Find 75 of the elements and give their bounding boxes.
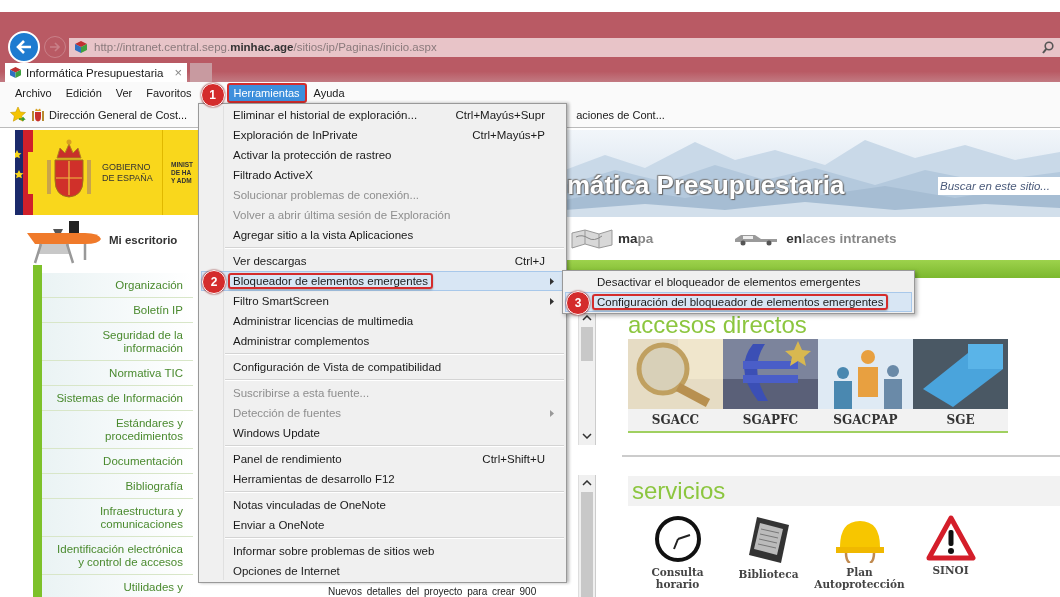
menu-item[interactable]: Filtrado ActiveX	[201, 165, 564, 185]
shortcut-label: Ctrl+J	[514, 255, 545, 267]
desk-link[interactable]: Mi escritorio	[109, 234, 178, 246]
section-heading: servicios	[628, 476, 1060, 506]
menu-bar-item[interactable]: Ver	[108, 82, 140, 103]
favorite-link[interactable]: aciones de Cont...	[576, 109, 665, 121]
menu-item[interactable]: Notas vinculadas de OneNote	[201, 495, 564, 515]
menu-item[interactable]: Windows Update	[201, 423, 564, 443]
scroll-thumb[interactable]	[581, 327, 593, 361]
menu-item[interactable]: Informar sobre problemas de sitios web	[201, 541, 564, 561]
shortcut-label: Ctrl+Mayús+P	[472, 129, 545, 141]
favorite-link[interactable]: Dirección General de Cost...	[32, 108, 188, 122]
sidebar-link[interactable]: Sistemas de Información	[42, 386, 193, 411]
menu-item[interactable]: Activar la protección de rastreo	[201, 145, 564, 165]
chevron-down-icon[interactable]	[582, 433, 592, 439]
sidebar-link[interactable]: Seguridad de la información	[42, 323, 193, 361]
sidebar-link[interactable]: Documentación	[42, 449, 193, 474]
logo-text: GOBIERNO DE ESPAÑA	[102, 161, 154, 184]
chevron-up-icon[interactable]	[582, 315, 592, 321]
step-badge: 1	[200, 82, 225, 107]
menu-item[interactable]: Administrar complementos	[201, 331, 564, 351]
service-label[interactable]: Plan Autoprotección	[814, 566, 905, 590]
browser-tab[interactable]: Informática Presupuestaria ×	[5, 63, 187, 82]
sidebar-link[interactable]: Identificación electrónica y control de accesos	[42, 537, 193, 575]
site-title: mática Presupuestaria	[567, 170, 845, 201]
address-bar[interactable]: http://intranet.central.sepg.minhac.age/sitios/ip/Paginas/inicio.aspx	[69, 37, 1060, 57]
menu-bar-item[interactable]: Favoritos	[139, 82, 199, 103]
service-label[interactable]: SINOI	[932, 564, 969, 576]
news-text[interactable]: Nuevos detalles del proyecto para crear 900	[328, 587, 565, 597]
sidebar-link[interactable]: Estándares y procedimientos	[42, 411, 193, 449]
cube-icon	[10, 67, 21, 78]
menu-bar-item[interactable]: Edición	[58, 82, 109, 103]
chevron-up-icon[interactable]	[582, 480, 592, 486]
menu-bar-item[interactable]: Archivo	[8, 82, 59, 103]
map-icon	[571, 228, 613, 249]
scrollbar[interactable]	[578, 475, 596, 597]
sidebar-link[interactable]: Organización	[42, 273, 193, 298]
menu-item[interactable]: Panel de rendimiento Ctrl+Shift+U	[201, 449, 564, 469]
back-button[interactable]	[8, 31, 40, 63]
menu-bar-item[interactable]: Ayuda	[306, 82, 352, 103]
forward-arrow-icon	[49, 42, 61, 52]
close-button[interactable]: ×	[174, 66, 182, 79]
section-heading: accesos directos	[628, 312, 808, 338]
star-icon[interactable]	[10, 107, 27, 123]
menu-item[interactable]: Opciones de Internet	[201, 561, 564, 581]
sidebar-link[interactable]: Bibliografía	[42, 474, 193, 499]
warning-icon[interactable]	[925, 515, 976, 561]
nav-link[interactable]: enlaces intranets	[733, 231, 897, 246]
service-label[interactable]: Biblioteca	[738, 568, 799, 580]
clock-icon[interactable]	[653, 515, 702, 563]
search-icon[interactable]	[1042, 40, 1054, 54]
menu-item[interactable]: Administrar licencias de multimedia	[201, 311, 564, 331]
cube-icon	[75, 41, 87, 53]
menu-item[interactable]: Eliminar el historial de exploración... Ctrl+Mayús+Supr	[201, 105, 564, 125]
menu-item[interactable]: Filtro SmartScreen	[201, 291, 564, 311]
menu-item[interactable]: Enviar a OneNote	[201, 515, 564, 535]
nav-link[interactable]: mapa	[571, 228, 654, 249]
url-text: http://intranet.central.sepg.minhac.age/sitios/ip/Paginas/inicio.aspx	[94, 41, 438, 53]
shortcut-label: Ctrl+Shift+U	[482, 453, 545, 465]
step-badge: 2	[202, 270, 226, 294]
sidebar-link[interactable]: Infraestructura y comunicaciones	[42, 499, 193, 537]
shortcut-label: Ctrl+Mayús+Supr	[455, 109, 545, 121]
emblem-icon	[32, 108, 44, 122]
menu-item[interactable]: Ver descargas Ctrl+J	[201, 251, 564, 271]
sidebar-link[interactable]: Normativa TIC	[42, 361, 193, 386]
back-arrow-icon	[16, 40, 32, 54]
menu-item[interactable]: Configuración de Vista de compatibilidad	[201, 357, 564, 377]
menu-item[interactable]: Agregar sitio a la vista Aplicaciones	[201, 225, 564, 245]
service-label[interactable]: Consulta horario	[651, 566, 704, 590]
menu-item[interactable]: Herramientas de desarrollo F12	[201, 469, 564, 489]
scroll-thumb[interactable]	[581, 492, 593, 597]
step-badge: 3	[566, 291, 590, 315]
sidebar-link[interactable]: Boletín IP	[42, 298, 193, 323]
menu-item[interactable]: Exploración de InPrivate Ctrl+Mayús+P	[201, 125, 564, 145]
menu-item[interactable]: Desactivar el bloqueador de elementos emergentes	[565, 272, 912, 292]
